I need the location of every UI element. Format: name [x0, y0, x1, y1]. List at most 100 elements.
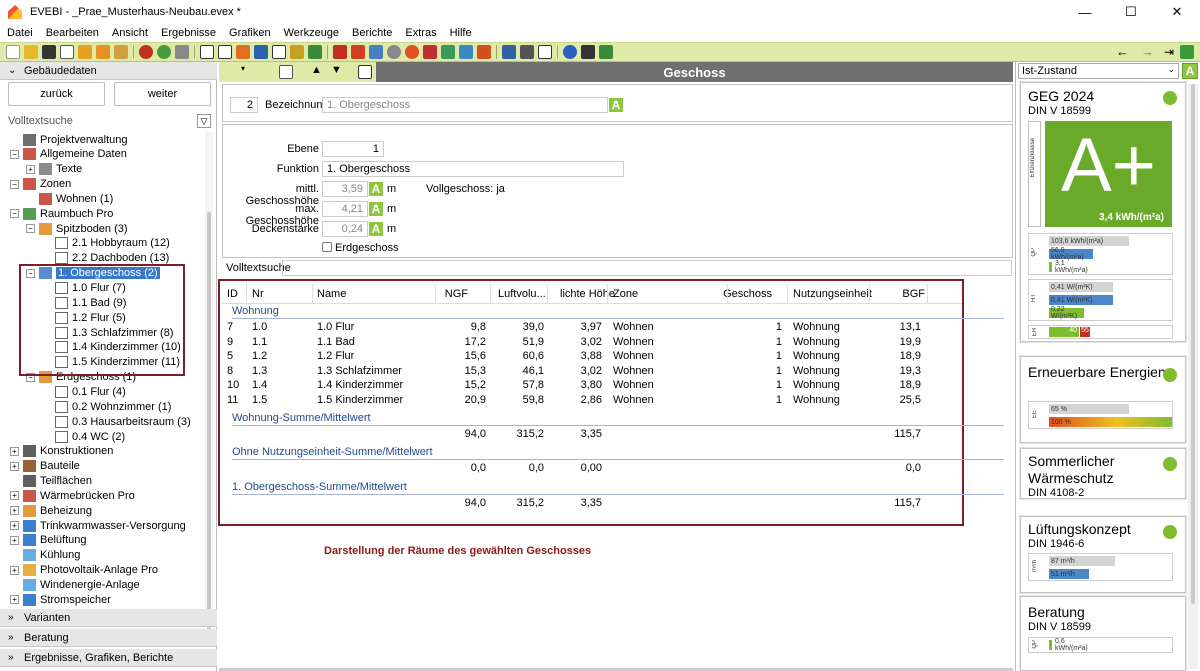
calendar-icon[interactable]: [599, 45, 613, 59]
beratung-card[interactable]: Beratung DIN V 18599 QP 0,6 kWh/(m²a): [1020, 596, 1186, 671]
tree-item[interactable]: − Zonen: [10, 177, 71, 192]
column-header[interactable]: Nr: [252, 288, 264, 302]
menu-bearbeiten[interactable]: Bearbeiten: [39, 27, 105, 39]
menu-ergebnisse[interactable]: Ergebnisse: [154, 27, 222, 39]
tree-item[interactable]: Kühlung: [10, 548, 80, 563]
section-gebaeudedaten[interactable]: ⌄ Gebäudedaten: [0, 62, 217, 80]
forward-arrow-icon[interactable]: →: [1141, 44, 1154, 59]
tree-item[interactable]: 0.4 WC (2): [42, 429, 125, 444]
column-divider[interactable]: [869, 284, 870, 304]
open-folder-icon[interactable]: [24, 45, 38, 59]
apply-button[interactable]: A: [1182, 63, 1198, 79]
expand-icon[interactable]: +: [10, 521, 19, 531]
next-button[interactable]: weiter: [114, 82, 211, 106]
column-header[interactable]: NGF: [438, 288, 468, 302]
monitor-icon[interactable]: [581, 45, 595, 59]
dropdown-icon[interactable]: ▾: [241, 64, 245, 73]
help-icon[interactable]: [563, 45, 577, 59]
tree-item[interactable]: − Raumbuch Pro: [10, 206, 113, 221]
wand-icon[interactable]: [175, 45, 189, 59]
expand-icon[interactable]: +: [10, 461, 19, 471]
nr-field[interactable]: 2: [230, 97, 258, 113]
column-header[interactable]: Luftvolu...: [498, 288, 546, 302]
tree-item[interactable]: 2.1 Hobbyraum (12): [42, 236, 170, 251]
mgh-apply-button[interactable]: A: [369, 182, 383, 196]
funktion-field[interactable]: 1. Obergeschoss: [322, 161, 624, 177]
lueftung-card[interactable]: Lüftungskonzept DIN 1946-6 m³/h 87 m³/h …: [1020, 516, 1186, 593]
mgh-field[interactable]: 3,59: [322, 181, 368, 197]
expand-icon[interactable]: +: [10, 595, 19, 605]
tree-item[interactable]: + Bauteile: [10, 459, 80, 474]
column-header[interactable]: BGF: [895, 288, 925, 302]
results-icon[interactable]: [308, 45, 322, 59]
column-divider[interactable]: [607, 284, 608, 304]
minimize-button[interactable]: —: [1062, 0, 1108, 24]
column-header[interactable]: Nutzungseinheit: [793, 288, 872, 302]
expand-icon[interactable]: +: [10, 535, 19, 545]
filter-icon[interactable]: ▽: [197, 114, 211, 128]
signature-icon[interactable]: [538, 45, 552, 59]
doc-icon[interactable]: [200, 45, 214, 59]
menu-werkzeuge[interactable]: Werkzeuge: [277, 27, 345, 39]
redo-icon[interactable]: [157, 45, 171, 59]
copy-icon[interactable]: [60, 45, 74, 59]
expand-icon[interactable]: +: [10, 491, 19, 501]
graph-icon[interactable]: [1180, 44, 1194, 59]
tree-item[interactable]: 0.3 Hausarbeitsraum (3): [42, 414, 191, 429]
power-icon[interactable]: [423, 45, 437, 59]
column-header[interactable]: Geschoss: [722, 288, 772, 302]
expand-icon[interactable]: +: [10, 565, 19, 575]
close-button[interactable]: ✕: [1154, 0, 1200, 24]
menu-extras[interactable]: Extras: [398, 27, 442, 39]
list-icon[interactable]: [272, 45, 286, 59]
column-divider[interactable]: [435, 284, 436, 304]
bezeichnung-field[interactable]: 1. Obergeschoss: [322, 97, 608, 113]
tree-item[interactable]: + Photovoltaik-Anlage Pro: [10, 563, 158, 578]
scrollbar[interactable]: [205, 132, 213, 642]
wall-icon[interactable]: [351, 45, 365, 59]
down-arrow-icon[interactable]: ▼: [331, 64, 342, 76]
gear-icon[interactable]: [387, 45, 401, 59]
column-header[interactable]: Name: [317, 288, 346, 302]
collapse-icon[interactable]: −: [10, 209, 19, 219]
import-icon[interactable]: [78, 45, 92, 59]
tree-item[interactable]: Projektverwaltung: [10, 132, 127, 147]
tree-item[interactable]: 0.1 Flur (4): [42, 384, 126, 399]
collapse-icon[interactable]: −: [10, 179, 19, 189]
ee-card[interactable]: Erneuerbare Energien EE 65 % 100 %: [1020, 356, 1186, 443]
section-varianten[interactable]: » Varianten: [0, 609, 217, 627]
export-icon[interactable]: [96, 45, 110, 59]
column-divider[interactable]: [490, 284, 491, 304]
chart-icon[interactable]: [290, 45, 304, 59]
menu-ansicht[interactable]: Ansicht: [105, 27, 154, 39]
sum-icon[interactable]: [236, 45, 250, 59]
tree-item[interactable]: + Konstruktionen: [10, 444, 113, 459]
up-arrow-icon[interactable]: ▲: [311, 64, 322, 76]
collapse-icon[interactable]: −: [26, 224, 35, 234]
column-divider[interactable]: [727, 284, 728, 304]
deckenstaerke-field[interactable]: 0,24: [322, 221, 368, 237]
tree-item[interactable]: + Trinkwarmwasser-Versorgung: [10, 518, 186, 533]
sommer-card[interactable]: Sommerlicher Wärmeschutz DIN 4108-2: [1020, 448, 1186, 499]
sort-icon[interactable]: [226, 65, 240, 79]
tree-item[interactable]: Wohnen (1): [26, 191, 113, 206]
erdgeschoss-checkbox[interactable]: [322, 242, 332, 252]
section-ergebnisse[interactable]: » Ergebnisse, Grafiken, Berichte: [0, 649, 217, 667]
window-icon[interactable]: [369, 45, 383, 59]
menu-berichte[interactable]: Berichte: [345, 27, 398, 39]
scrollbar[interactable]: [1188, 84, 1198, 669]
expand-icon[interactable]: +: [10, 506, 19, 516]
house-icon[interactable]: [358, 65, 372, 79]
column-header[interactable]: Zone: [613, 288, 638, 302]
tree-item[interactable]: + Belüftung: [10, 533, 86, 548]
column-header[interactable]: ID: [227, 288, 238, 302]
maxgh-field[interactable]: 4,21: [322, 201, 368, 217]
house-icon[interactable]: [441, 45, 455, 59]
tree-item[interactable]: 0.2 Wohnzimmer (1): [42, 399, 171, 414]
section-beratung[interactable]: » Beratung: [0, 629, 217, 647]
table-icon[interactable]: [218, 45, 232, 59]
menu-hilfe[interactable]: Hilfe: [443, 27, 478, 39]
roof-icon[interactable]: [333, 45, 347, 59]
tree-item[interactable]: + Beheizung: [10, 503, 92, 518]
geg-card[interactable]: GEG 2024 DIN V 18599 Effizienzklasse A+ …: [1020, 82, 1186, 342]
